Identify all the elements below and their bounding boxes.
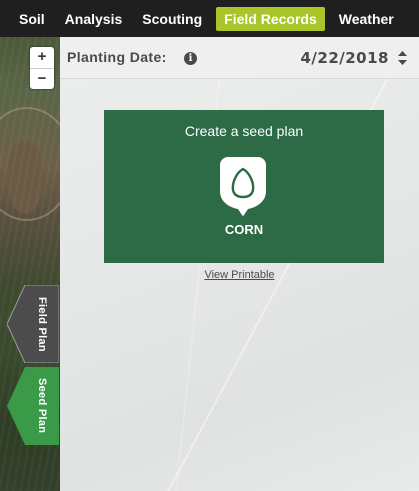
tab-analysis[interactable]: Analysis (55, 7, 133, 31)
view-printable-link[interactable]: View Printable (60, 269, 419, 281)
crop-label: CORN (224, 222, 264, 237)
tab-scouting[interactable]: Scouting (132, 7, 212, 31)
tab-soil[interactable]: Soil (0, 7, 55, 31)
zoom-out-button[interactable]: − (30, 68, 54, 89)
planting-date-value[interactable]: 4/22/2018 (300, 49, 389, 67)
zoom-control: + − (30, 47, 54, 89)
field-plan-label: Field Plan (36, 296, 48, 352)
top-nav: Soil Analysis Scouting Field Records Wea… (0, 0, 419, 37)
sort-icon[interactable] (398, 51, 407, 65)
field-records-panel: Planting Date: i 4/22/2018 Create a seed… (60, 37, 419, 491)
seed-card-title: Create a seed plan (184, 123, 304, 139)
create-seed-plan-card[interactable]: Create a seed plan CORN (104, 110, 384, 263)
planting-date-label: Planting Date: (67, 49, 167, 65)
planting-date-header: Planting Date: i 4/22/2018 (60, 37, 419, 79)
seed-plan-tab[interactable]: Seed Plan (7, 367, 59, 445)
zoom-in-button[interactable]: + (30, 47, 54, 68)
tab-field-records[interactable]: Field Records (216, 6, 325, 31)
field-plan-tab[interactable]: Field Plan (7, 285, 59, 363)
tab-weather[interactable]: Weather (329, 7, 404, 31)
corn-seed-icon (220, 157, 266, 216)
seed-plan-label: Seed Plan (36, 378, 48, 434)
info-icon[interactable]: i (184, 52, 197, 65)
